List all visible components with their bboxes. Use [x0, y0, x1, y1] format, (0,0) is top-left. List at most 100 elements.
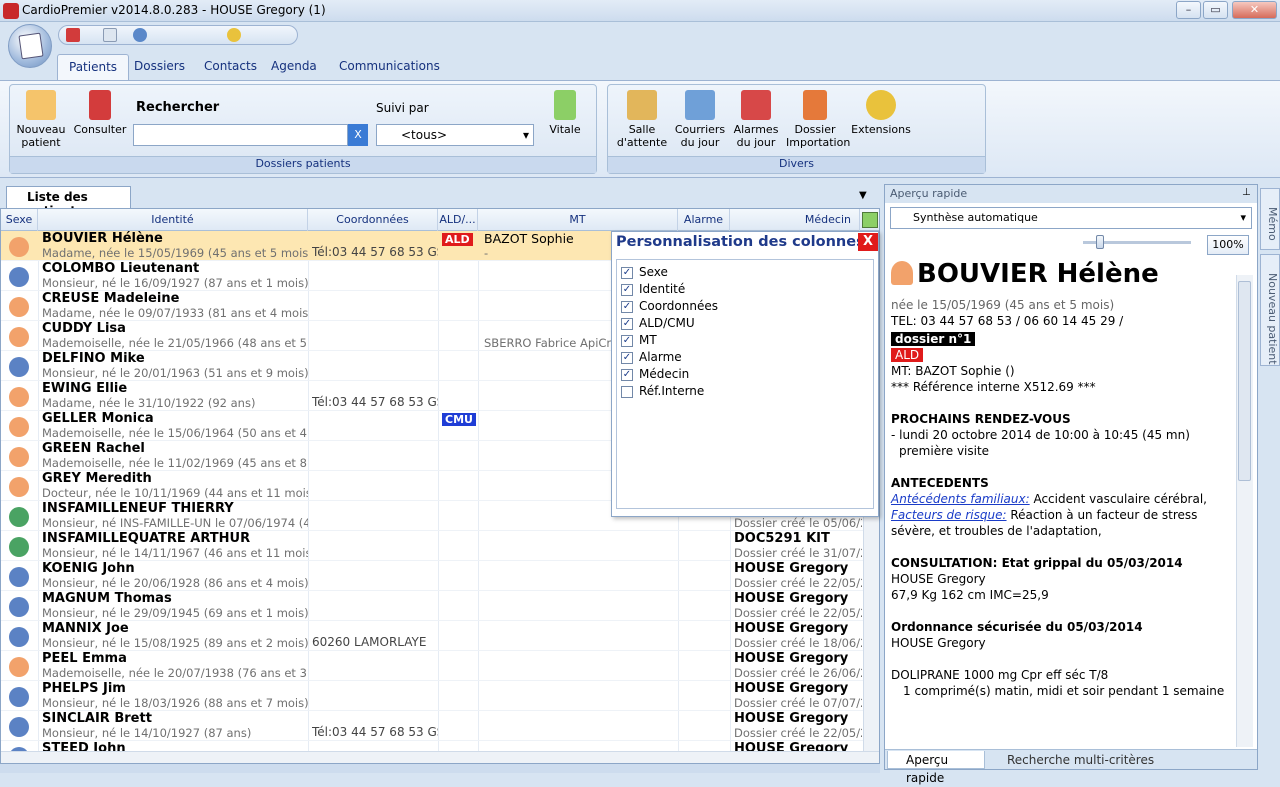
medecin: DOC5291 KIT — [734, 531, 830, 546]
mail-calendar-icon — [685, 90, 715, 120]
patient-name: BOUVIER Hélène — [917, 259, 1159, 289]
rechercher-label: Rechercher — [136, 100, 220, 115]
tab-apercu-rapide[interactable]: Aperçu rapide — [887, 751, 985, 785]
consultation-heading: CONSULTATION: Etat grippal du 05/03/2014 — [891, 556, 1183, 570]
apercu-scroll-thumb[interactable] — [1238, 281, 1251, 481]
checkbox[interactable]: ✓ — [621, 335, 633, 347]
column-option[interactable]: ✓ Coordonnées — [621, 298, 861, 315]
tab-nouveau-patient[interactable]: Nouveau patient — [1260, 254, 1280, 366]
col-ald[interactable]: ALD/... — [438, 209, 478, 231]
nouveau-patient-button[interactable]: Nouveau patient — [15, 90, 67, 149]
checkbox[interactable]: ✓ — [621, 267, 633, 279]
column-chooser-icon[interactable] — [862, 212, 878, 228]
facteurs-risque-link[interactable]: Facteurs de risque: — [891, 508, 1007, 522]
patient-details: Madame, née le 09/07/1933 (81 ans et 4 m… — [42, 306, 308, 320]
tab-contacts[interactable]: Contacts — [193, 54, 268, 80]
column-option[interactable]: ✓ Médecin — [621, 366, 861, 383]
column-option[interactable]: ✓ ALD/CMU — [621, 315, 861, 332]
male-avatar-icon — [9, 357, 29, 377]
group-label: Dossiers patients — [10, 156, 596, 173]
zoom-slider-thumb[interactable] — [1096, 235, 1104, 249]
zoom-value[interactable]: 100% — [1207, 235, 1249, 255]
extensions-button[interactable]: Extensions — [850, 90, 912, 136]
patient-name: KOENIG John — [42, 561, 135, 576]
vitale-button[interactable]: Vitale — [545, 90, 585, 136]
close-button[interactable]: ✕ — [1232, 1, 1277, 19]
column-option[interactable]: ✓ Identité — [621, 281, 861, 298]
checkbox[interactable]: ✓ — [621, 284, 633, 296]
antecedents-familiaux-link[interactable]: Antécédents familiaux: — [891, 492, 1030, 506]
table-row[interactable]: MANNIX Joe Monsieur, né le 15/08/1925 (89… — [1, 621, 863, 651]
consultation-doctor: HOUSE Gregory — [891, 572, 986, 586]
checkbox[interactable]: ✓ — [621, 352, 633, 364]
table-row[interactable]: SINCLAIR Brett Monsieur, né le 14/10/1927… — [1, 711, 863, 741]
search-clear-button[interactable]: X — [348, 124, 368, 146]
patient-name: MAGNUM Thomas — [42, 591, 172, 606]
alarmes-jour-button[interactable]: Alarmes du jour — [731, 90, 781, 149]
suivi-select[interactable]: <tous> ▾ — [376, 124, 534, 146]
quick-mail-icon[interactable] — [103, 28, 117, 42]
popup-close-button[interactable]: X — [858, 233, 878, 251]
col-sexe[interactable]: Sexe — [1, 209, 38, 231]
column-options-list: ✓ Sexe ✓ Identité ✓ Coordonnées ✓ ALD/CMU ✓ MT ✓ Al… — [616, 259, 874, 509]
synthese-select[interactable]: Synthèse automatique ▾ — [890, 207, 1252, 229]
maximize-button[interactable]: ▭ — [1203, 1, 1228, 19]
courriers-jour-button[interactable]: Courriers du jour — [674, 90, 726, 149]
table-row[interactable]: PHELPS Jim Monsieur, né le 18/03/1926 (88… — [1, 681, 863, 711]
patient-details: Monsieur, né le 14/10/1927 (87 ans) — [42, 726, 252, 740]
checkbox[interactable]: ✓ — [621, 301, 633, 313]
patient-details: Mademoiselle, née le 15/06/1964 (50 ans … — [42, 426, 308, 440]
patient-details: Madame, née le 31/10/1922 (92 ans) — [42, 396, 256, 410]
consulter-button[interactable]: Consulter — [72, 90, 128, 136]
search-input[interactable] — [133, 124, 348, 146]
tab-communications[interactable]: Communications — [328, 54, 451, 80]
suivi-label: Suivi par — [376, 101, 429, 115]
column-option-label: Identité — [639, 282, 686, 296]
female-avatar-icon — [9, 297, 29, 317]
female-avatar-icon — [9, 657, 29, 677]
quick-tools-icon[interactable] — [227, 28, 241, 42]
female-avatar-icon — [9, 327, 29, 347]
patient-name: GREEN Rachel — [42, 441, 145, 456]
grid-header: Sexe Identité Coordonnées ALD/... MT Ala… — [1, 209, 879, 231]
patient-name: EWING Ellie — [42, 381, 128, 396]
minimize-button[interactable]: – — [1176, 1, 1201, 19]
list-menu-icon[interactable]: ▼ — [859, 190, 867, 201]
dossier-importation-button[interactable]: Dossier Importation — [786, 90, 850, 149]
dossier-date: Dossier créé le 18/06/2014 — [734, 636, 862, 650]
table-row[interactable]: INSFAMILLEQUATRE ARTHUR Monsieur, né le 1… — [1, 531, 863, 561]
quick-globe-icon[interactable] — [133, 28, 147, 42]
alarm-flag-icon — [741, 90, 771, 120]
dossier-date: Dossier créé le 26/06/2014 — [734, 666, 862, 680]
grid-horizontal-scrollbar[interactable] — [1, 751, 879, 763]
table-row[interactable]: KOENIG John Monsieur, né le 20/06/1928 (8… — [1, 561, 863, 591]
table-row[interactable]: MAGNUM Thomas Monsieur, né le 29/09/1945 … — [1, 591, 863, 621]
col-identite[interactable]: Identité — [38, 209, 308, 231]
col-coordonnees[interactable]: Coordonnées — [308, 209, 438, 231]
tab-patients[interactable]: Patients — [57, 54, 130, 80]
group-label: Divers — [608, 156, 985, 173]
checkbox[interactable] — [621, 386, 633, 398]
tab-memo[interactable]: Mémo — [1260, 188, 1280, 250]
col-medecin[interactable]: Médecin — [730, 209, 860, 231]
column-option[interactable]: ✓ MT — [621, 332, 861, 349]
pin-icon[interactable]: ⊥ — [1242, 187, 1251, 198]
col-mt[interactable]: MT — [478, 209, 678, 231]
tab-recherche-multi[interactable]: Recherche multi-critères — [989, 751, 1154, 769]
table-row[interactable]: STEED John HOUSE Gregory — [1, 741, 863, 751]
column-option[interactable]: ✓ Sexe — [621, 264, 861, 281]
col-alarme[interactable]: Alarme — [678, 209, 730, 231]
quick-save-icon[interactable] — [66, 28, 80, 42]
status-badge: CMU — [442, 413, 476, 426]
tab-agenda[interactable]: Agenda — [260, 54, 328, 80]
column-option[interactable]: ✓ Alarme — [621, 349, 861, 366]
tab-dossiers[interactable]: Dossiers — [123, 54, 196, 80]
checkbox[interactable]: ✓ — [621, 318, 633, 330]
table-row[interactable]: PEEL Emma Mademoiselle, née le 20/07/1938… — [1, 651, 863, 681]
column-option-label: MT — [639, 333, 657, 347]
tab-liste-patients[interactable]: Liste des patients — [6, 186, 131, 218]
medecin: HOUSE Gregory — [734, 651, 849, 666]
salle-attente-button[interactable]: Salle d'attente — [616, 90, 668, 149]
checkbox[interactable]: ✓ — [621, 369, 633, 381]
column-option[interactable]: Réf.Interne — [621, 383, 861, 400]
